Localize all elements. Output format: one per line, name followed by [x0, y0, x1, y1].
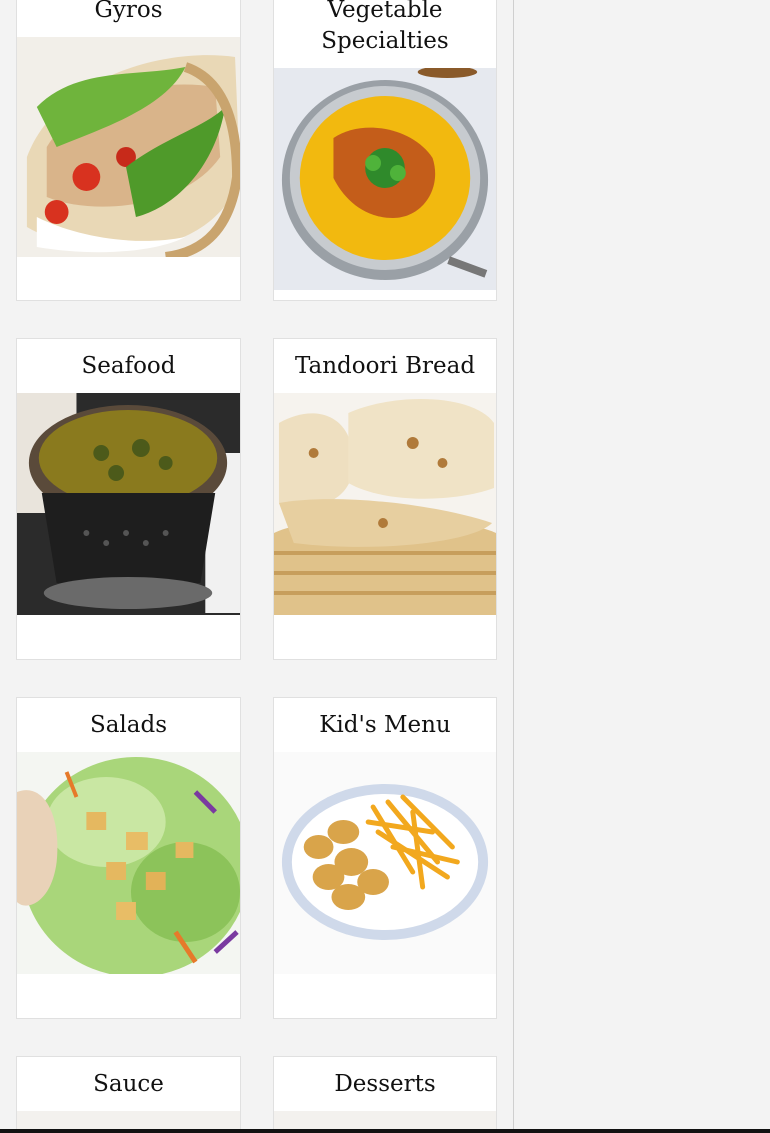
side-panel [514, 0, 770, 1133]
seafood-image [17, 393, 240, 615]
page: Gyros Vegetable Specialties Seafood Tand… [0, 0, 770, 1133]
category-card-gyros[interactable]: Gyros [16, 0, 241, 301]
tandoori-bread-image [274, 393, 496, 615]
salads-image [17, 752, 240, 974]
gyros-image [17, 37, 240, 257]
category-card-tandoori-bread[interactable]: Tandoori Bread [273, 338, 497, 660]
menu-category-grid: Gyros Vegetable Specialties Seafood Tand… [0, 0, 514, 1133]
kids-menu-image [274, 752, 496, 974]
category-title: Vegetable Specialties [321, 0, 449, 54]
category-card-sauce[interactable]: Sauce [16, 1056, 241, 1133]
category-title: Sauce [93, 1071, 164, 1097]
category-title: Kid's Menu [319, 712, 451, 738]
category-card-desserts[interactable]: Desserts [273, 1056, 497, 1133]
category-title: Desserts [334, 1071, 436, 1097]
category-card-vegetable-specialties[interactable]: Vegetable Specialties [273, 0, 497, 301]
category-card-kids-menu[interactable]: Kid's Menu [273, 697, 497, 1019]
bottom-edge-bar [0, 1129, 770, 1133]
category-title: Salads [89, 712, 168, 738]
category-title: Gyros [94, 0, 163, 23]
vegetable-specialties-image [274, 68, 496, 290]
category-card-salads[interactable]: Salads [16, 697, 241, 1019]
category-card-seafood[interactable]: Seafood [16, 338, 241, 660]
category-title: Tandoori Bread [294, 353, 476, 379]
category-title: Seafood [81, 353, 176, 379]
